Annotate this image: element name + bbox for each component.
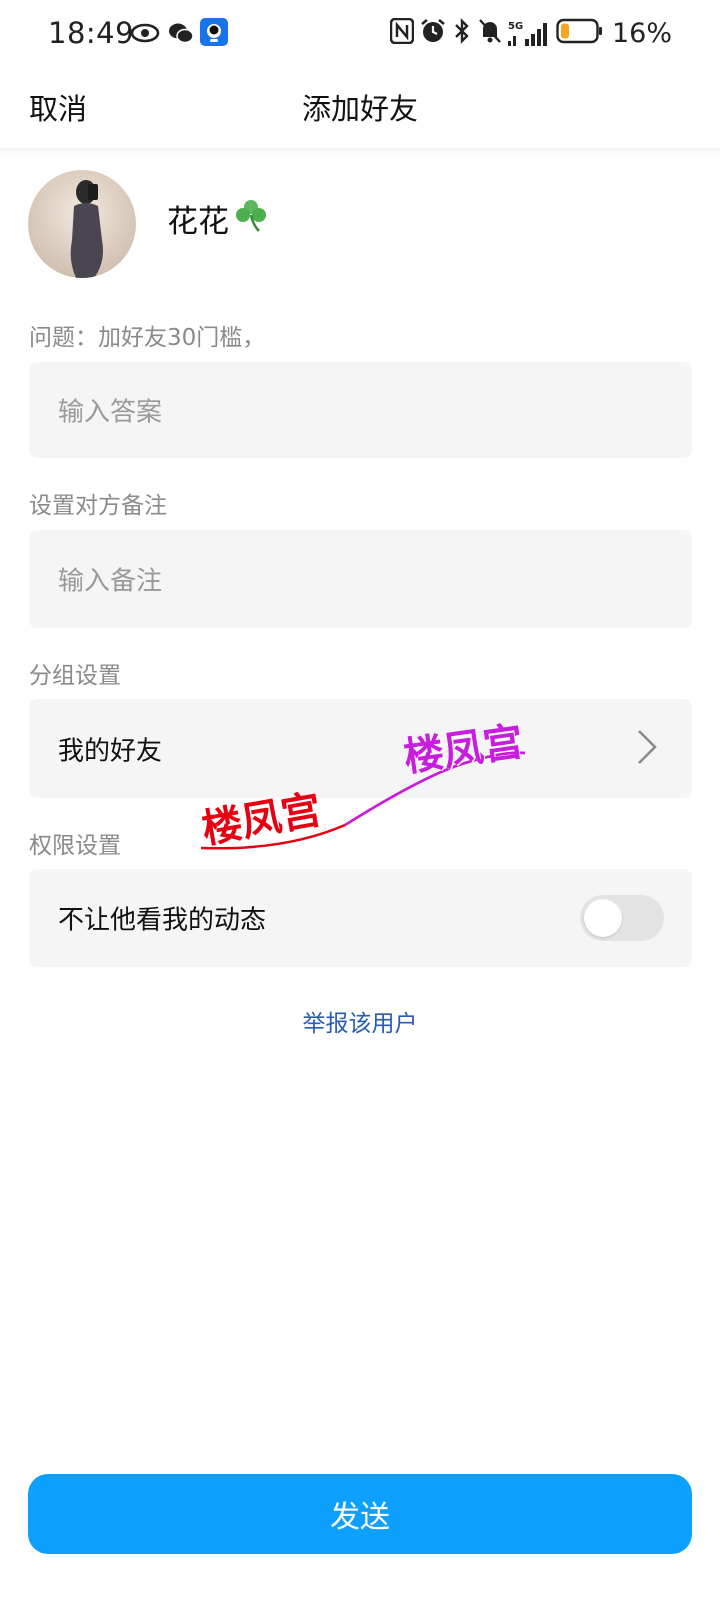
app-icon [200,18,228,50]
hide-moments-label: 不让他看我的动态 [58,905,267,936]
group-label: 分组设置 [29,663,121,689]
watermark: 楼凤宫 楼凤宫 [195,705,535,855]
nfc-icon [389,17,415,48]
status-bar: 18:49 5G 16% [0,0,720,66]
battery-icon [556,18,604,48]
bluetooth-icon [452,18,472,48]
status-time: 18:49 [48,16,135,50]
toggle-knob [584,899,622,937]
remark-label: 设置对方备注 [29,493,167,519]
remark-placeholder: 输入备注 [58,566,163,597]
battery-percent: 16% [611,17,672,49]
question-label: 问题：加好友30门槛， [29,325,266,351]
avatar[interactable] [28,170,136,278]
remark-input[interactable]: 输入备注 [29,530,692,628]
wechat-icon [167,20,195,50]
nickname: 花花 [167,196,269,241]
signal-icon: 5G [507,19,550,47]
nav-bar: 取消 添加好友 [0,66,720,148]
nav-divider [0,148,720,154]
chevron-right-icon [636,728,658,770]
mute-bell-icon [478,18,502,48]
group-value: 我的好友 [58,736,163,766]
hide-moments-row: 不让他看我的动态 [29,869,692,967]
status-right-group: 5G 16% [389,16,672,50]
nickname-text: 花花 [167,204,229,240]
alarm-icon [420,18,446,48]
permission-label: 权限设置 [29,833,121,859]
answer-placeholder: 输入答案 [58,397,163,428]
clover-icon [233,197,269,241]
eye-icon [130,20,160,50]
page-title: 添加好友 [301,92,418,126]
answer-input[interactable]: 输入答案 [29,362,692,458]
send-button[interactable]: 发送 [28,1474,692,1554]
svg-text:5G: 5G [508,21,523,32]
report-user-link[interactable]: 举报该用户 [0,1004,720,1038]
hide-moments-toggle[interactable] [580,895,664,941]
